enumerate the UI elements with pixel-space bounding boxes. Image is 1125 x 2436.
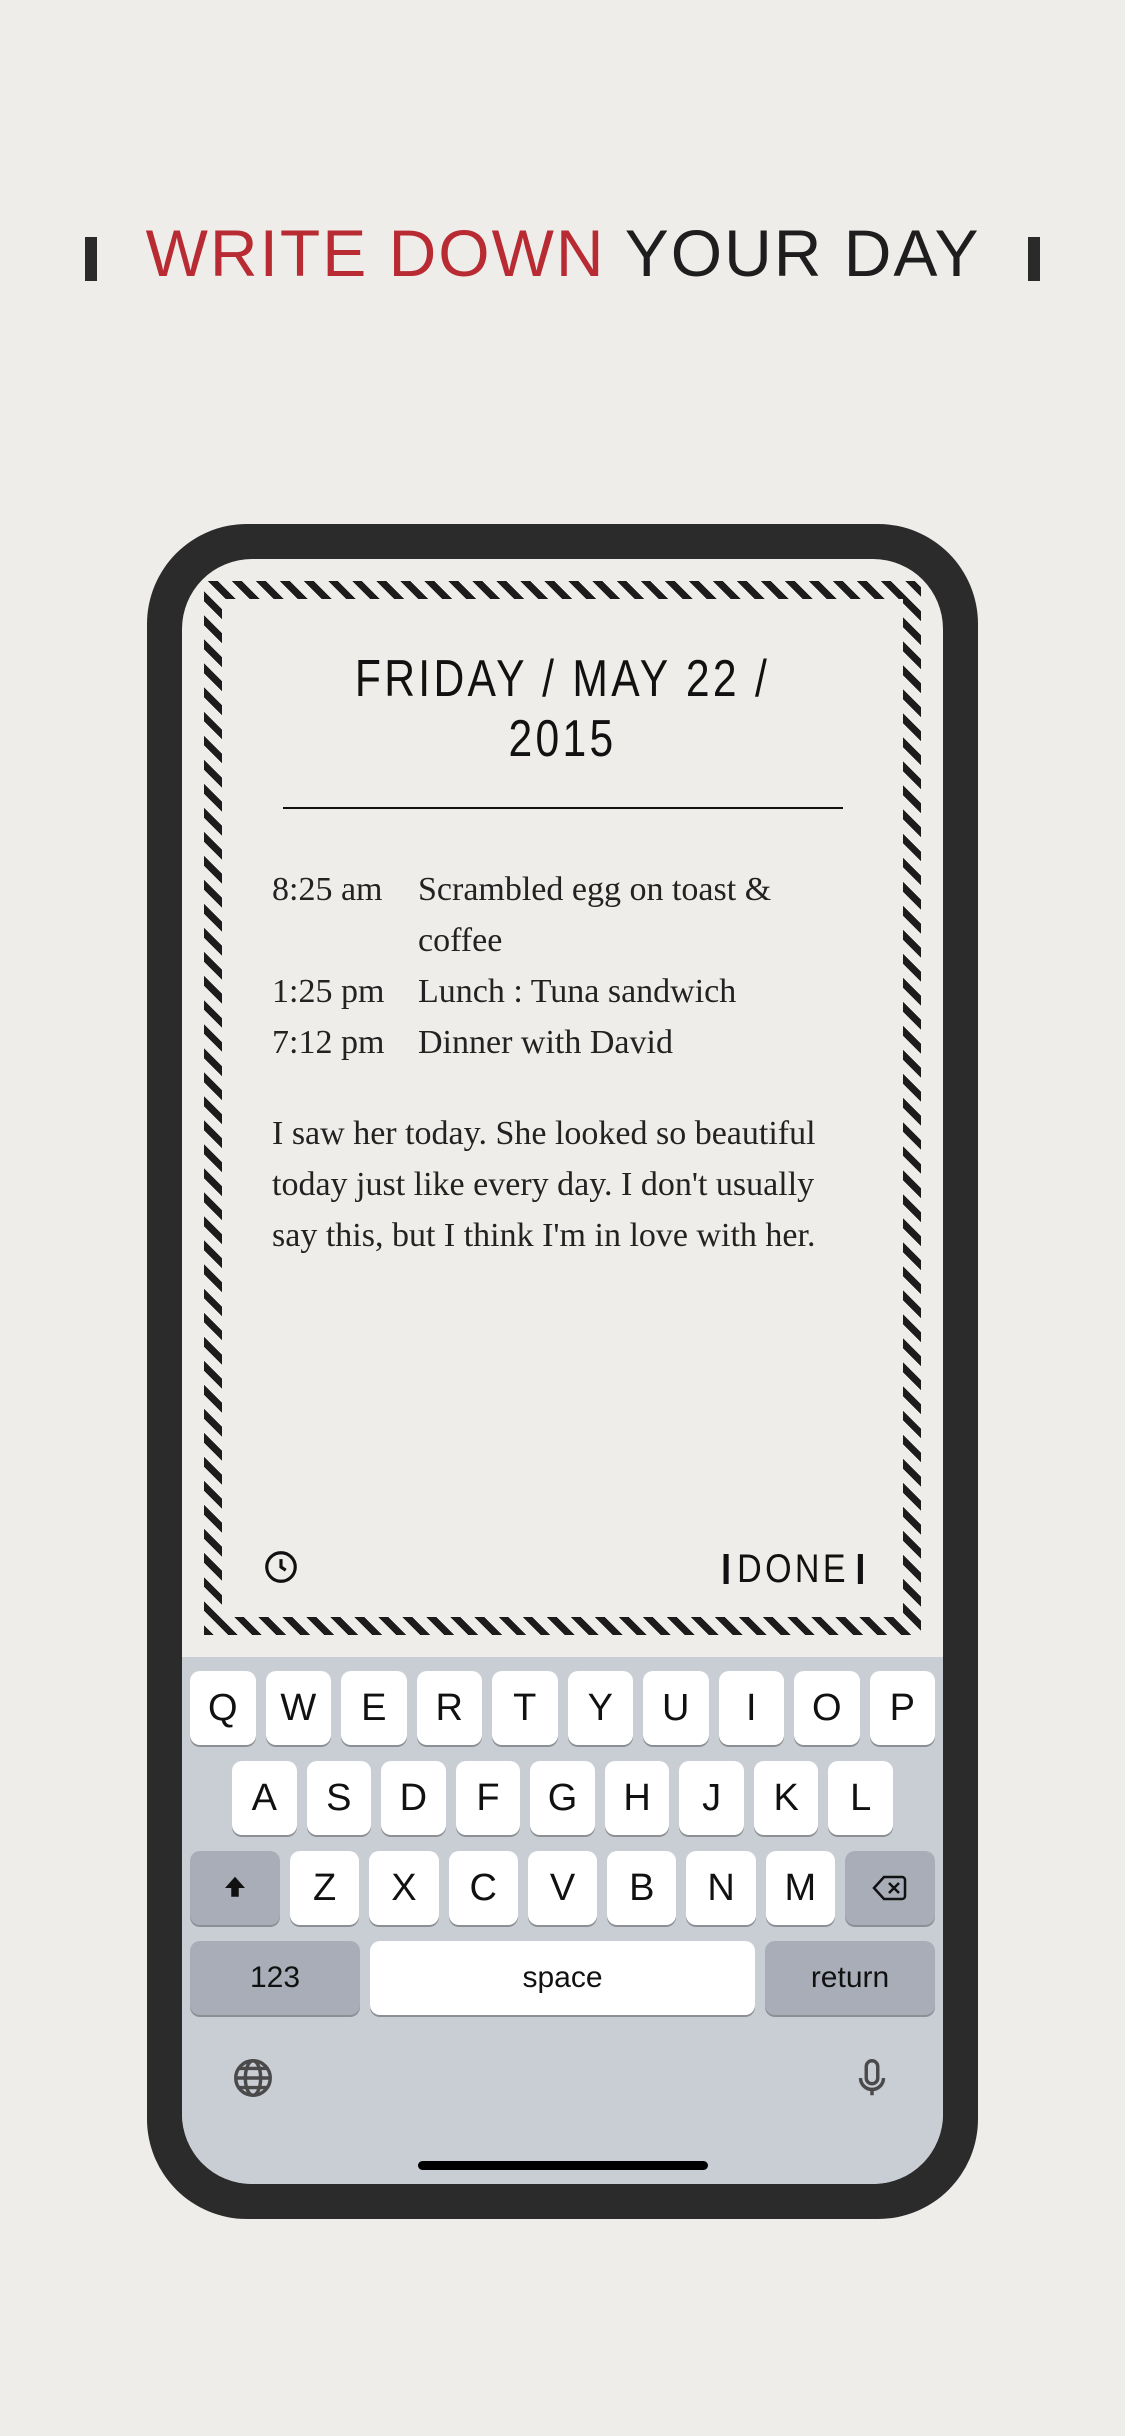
entry-text: Dinner with David [418,1017,673,1068]
key-z[interactable]: Z [290,1851,359,1925]
entry-text: Scrambled egg on toast & coffee [418,864,853,966]
key-backspace[interactable] [845,1851,935,1925]
keyboard-row-1: Q W E R T Y U I O P [190,1671,935,1745]
headline-bar-left [85,237,97,281]
done-label: DONE [738,1547,850,1592]
journal-border: FRIDAY / MAY 22 / 2015 8:25 am Scrambled… [204,581,921,1635]
key-x[interactable]: X [369,1851,438,1925]
key-shift[interactable] [190,1851,280,1925]
key-l[interactable]: L [828,1761,893,1835]
globe-icon[interactable] [230,2055,276,2106]
key-p[interactable]: P [870,1671,936,1745]
key-k[interactable]: K [754,1761,819,1835]
key-d[interactable]: D [381,1761,446,1835]
key-numbers[interactable]: 123 [190,1941,360,2015]
journal-entry: 1:25 pm Lunch : Tuna sandwich [272,966,853,1017]
key-v[interactable]: V [528,1851,597,1925]
key-h[interactable]: H [605,1761,670,1835]
journal-paragraph: I saw her today. She looked so beautiful… [262,1108,863,1261]
journal-entry: 7:12 pm Dinner with David [272,1017,853,1068]
key-s[interactable]: S [307,1761,372,1835]
key-m[interactable]: M [766,1851,835,1925]
shift-icon [220,1873,250,1903]
journal-footer: DONE [262,1541,863,1597]
phone-frame: FRIDAY / MAY 22 / 2015 8:25 am Scrambled… [147,524,978,2219]
done-tick-left [724,1554,729,1584]
mic-icon[interactable] [849,2055,895,2106]
journal-area: FRIDAY / MAY 22 / 2015 8:25 am Scrambled… [182,559,943,1657]
key-q[interactable]: Q [190,1671,256,1745]
key-y[interactable]: Y [568,1671,634,1745]
journal-paper[interactable]: FRIDAY / MAY 22 / 2015 8:25 am Scrambled… [222,599,903,1617]
marketing-headline: WRITE DOWN YOUR DAY [0,215,1125,291]
key-t[interactable]: T [492,1671,558,1745]
journal-rule [283,807,843,809]
key-return[interactable]: return [765,1941,935,2015]
phone-screen: FRIDAY / MAY 22 / 2015 8:25 am Scrambled… [182,559,943,2184]
journal-date: FRIDAY / MAY 22 / 2015 [316,649,809,769]
home-indicator[interactable] [418,2161,708,2170]
keyboard-row-4: 123 space return [190,1941,935,2015]
key-w[interactable]: W [266,1671,332,1745]
key-i[interactable]: I [719,1671,785,1745]
key-g[interactable]: G [530,1761,595,1835]
keyboard: Q W E R T Y U I O P A S D F G [182,1657,943,2184]
entry-time: 7:12 pm [272,1017,400,1068]
key-o[interactable]: O [794,1671,860,1745]
key-a[interactable]: A [232,1761,297,1835]
keyboard-row-3: Z X C V B N M [190,1851,935,1925]
entry-text: Lunch : Tuna sandwich [418,966,736,1017]
key-r[interactable]: R [417,1671,483,1745]
keyboard-row-2: A S D F G H J K L [190,1761,935,1835]
key-c[interactable]: C [449,1851,518,1925]
entry-time: 8:25 am [272,864,400,966]
key-n[interactable]: N [686,1851,755,1925]
key-b[interactable]: B [607,1851,676,1925]
key-u[interactable]: U [643,1671,709,1745]
done-tick-right [858,1554,863,1584]
key-e[interactable]: E [341,1671,407,1745]
key-space[interactable]: space [370,1941,755,2015]
headline-bar-right [1028,237,1040,281]
headline-red: WRITE DOWN [146,216,606,290]
done-button[interactable]: DONE [724,1547,863,1592]
journal-entries: 8:25 am Scrambled egg on toast & coffee … [262,864,863,1068]
headline-black: YOUR DAY [625,216,980,290]
journal-entry: 8:25 am Scrambled egg on toast & coffee [272,864,853,966]
key-f[interactable]: F [456,1761,521,1835]
clock-icon[interactable] [262,1548,300,1591]
entry-time: 1:25 pm [272,966,400,1017]
key-j[interactable]: J [679,1761,744,1835]
backspace-icon [872,1874,908,1902]
